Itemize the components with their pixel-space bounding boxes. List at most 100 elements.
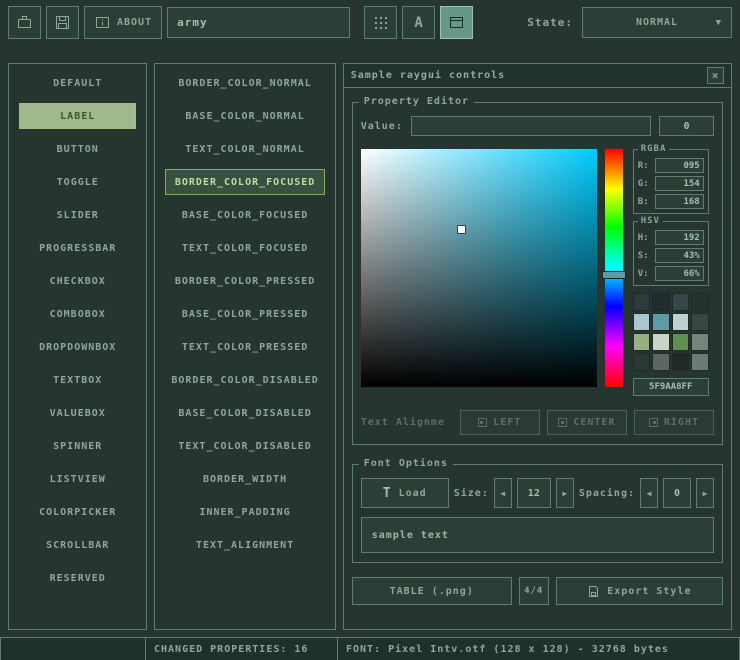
palette-swatch[interactable] bbox=[672, 353, 690, 371]
control-list-item[interactable]: RESERVED bbox=[19, 565, 136, 591]
align-right-label: RIGHT bbox=[664, 417, 699, 428]
table-view-button[interactable] bbox=[440, 6, 473, 39]
property-list-item[interactable]: TEXT_COLOR_FOCUSED bbox=[165, 235, 324, 261]
control-list-item[interactable]: TOGGLE bbox=[19, 169, 136, 195]
property-list-item[interactable]: BASE_COLOR_DISABLED bbox=[165, 400, 324, 426]
property-list-item[interactable]: BORDER_COLOR_PRESSED bbox=[165, 268, 324, 294]
export-format-button[interactable]: TABLE (.png) bbox=[352, 577, 512, 605]
saturation-value-box[interactable]: 43% bbox=[655, 248, 704, 263]
palette-swatch[interactable] bbox=[652, 333, 670, 351]
control-list-item[interactable]: SPINNER bbox=[19, 433, 136, 459]
control-list-item[interactable]: SCROLLBAR bbox=[19, 532, 136, 558]
align-center-button[interactable]: CENTER bbox=[547, 410, 627, 435]
align-right-button[interactable]: RIGHT bbox=[634, 410, 714, 435]
toolbar: ABOUT A State: NORMAL ▼ bbox=[0, 0, 740, 45]
color-gradient-panel[interactable] bbox=[361, 149, 597, 387]
control-list-item[interactable]: PROGRESSBAR bbox=[19, 235, 136, 261]
status-changed-properties: CHANGED PROPERTIES: 16 bbox=[145, 637, 338, 660]
font-row: T Load Size: ◀ 12 ▶ Spacing: ◀ 0 ▶ bbox=[361, 478, 714, 508]
rgba-groupbox: RGBA R: 095 G: 154 B: bbox=[633, 149, 709, 214]
control-list-item[interactable]: SLIDER bbox=[19, 202, 136, 228]
about-button-label: ABOUT bbox=[117, 17, 152, 28]
hue-slider-handle[interactable] bbox=[602, 271, 626, 279]
palette-swatch[interactable] bbox=[672, 333, 690, 351]
hex-color-box[interactable]: 5F9AA8FF bbox=[633, 378, 709, 396]
palette-swatch[interactable] bbox=[691, 313, 709, 331]
export-style-button[interactable]: Export Style bbox=[556, 577, 723, 605]
value-input[interactable] bbox=[411, 116, 651, 136]
close-button[interactable]: × bbox=[707, 67, 724, 84]
property-list-item[interactable]: TEXT_ALIGNMENT bbox=[165, 532, 324, 558]
about-button[interactable]: ABOUT bbox=[84, 6, 162, 39]
palette-swatch[interactable] bbox=[633, 313, 651, 331]
property-list-item[interactable]: TEXT_COLOR_PRESSED bbox=[165, 334, 324, 360]
spacing-increment-button[interactable]: ▶ bbox=[696, 478, 714, 508]
font-view-button[interactable]: A bbox=[402, 6, 435, 39]
state-dropdown[interactable]: NORMAL ▼ bbox=[582, 7, 732, 38]
property-list-item[interactable]: INNER_PADDING bbox=[165, 499, 324, 525]
property-list-item[interactable]: TEXT_COLOR_NORMAL bbox=[165, 136, 324, 162]
blue-value-box[interactable]: 168 bbox=[655, 194, 704, 209]
property-list-item[interactable]: BASE_COLOR_PRESSED bbox=[165, 301, 324, 327]
palette-swatch[interactable] bbox=[652, 353, 670, 371]
load-font-button[interactable]: T Load bbox=[361, 478, 449, 508]
palette-swatch[interactable] bbox=[633, 333, 651, 351]
red-value-box[interactable]: 095 bbox=[655, 158, 704, 173]
property-list-item[interactable]: BASE_COLOR_FOCUSED bbox=[165, 202, 324, 228]
palette-swatch[interactable] bbox=[672, 293, 690, 311]
palette-swatch[interactable] bbox=[652, 293, 670, 311]
style-name-input[interactable] bbox=[167, 7, 350, 38]
green-label: G: bbox=[638, 179, 652, 189]
align-center-label: CENTER bbox=[573, 417, 615, 428]
value-brightness-label: V: bbox=[638, 269, 652, 279]
control-list-item[interactable]: COLORPICKER bbox=[19, 499, 136, 525]
palette-swatch[interactable] bbox=[691, 333, 709, 351]
status-bar: CHANGED PROPERTIES: 16 FONT: Pixel Intv.… bbox=[0, 637, 740, 660]
property-list-item[interactable]: BORDER_WIDTH bbox=[165, 466, 324, 492]
control-list-item-selected[interactable]: LABEL bbox=[19, 103, 136, 129]
palette-swatch[interactable] bbox=[633, 293, 651, 311]
hue-bar[interactable] bbox=[605, 149, 623, 387]
spacing-decrement-button[interactable]: ◀ bbox=[640, 478, 658, 508]
size-decrement-button[interactable]: ◀ bbox=[494, 478, 512, 508]
grid-view-button[interactable] bbox=[364, 6, 397, 39]
save-style-button[interactable] bbox=[46, 6, 79, 39]
font-size-value: 12 bbox=[528, 488, 540, 499]
palette-swatch[interactable] bbox=[691, 353, 709, 371]
value-number-box[interactable]: 0 bbox=[659, 116, 714, 136]
value-number: 0 bbox=[683, 121, 689, 132]
property-list-item[interactable]: TEXT_COLOR_DISABLED bbox=[165, 433, 324, 459]
load-style-button[interactable] bbox=[8, 6, 41, 39]
color-picker-marker[interactable] bbox=[458, 226, 465, 233]
palette-swatch[interactable] bbox=[652, 313, 670, 331]
control-list-item[interactable]: TEXTBOX bbox=[19, 367, 136, 393]
green-value-box[interactable]: 154 bbox=[655, 176, 704, 191]
palette-swatch[interactable] bbox=[672, 313, 690, 331]
control-list-item[interactable]: VALUEBOX bbox=[19, 400, 136, 426]
size-increment-button[interactable]: ▶ bbox=[556, 478, 574, 508]
font-spacing-label: Spacing: bbox=[579, 488, 635, 499]
hsv-groupbox: HSV H: 192 S: 43% V: bbox=[633, 221, 709, 286]
control-list-item[interactable]: DEFAULT bbox=[19, 70, 136, 96]
hsv-row: V: 66% bbox=[638, 266, 704, 281]
align-left-button[interactable]: LEFT bbox=[460, 410, 540, 435]
font-sample-textbox[interactable]: sample text bbox=[361, 517, 714, 553]
control-list-item[interactable]: DROPDOWNBOX bbox=[19, 334, 136, 360]
property-list-item[interactable]: BORDER_COLOR_DISABLED bbox=[165, 367, 324, 393]
font-size-value-box[interactable]: 12 bbox=[517, 478, 551, 508]
font-spacing-value-box[interactable]: 0 bbox=[663, 478, 691, 508]
property-list-item[interactable]: BASE_COLOR_NORMAL bbox=[165, 103, 324, 129]
control-list-item[interactable]: COMBOBOX bbox=[19, 301, 136, 327]
state-dropdown-value: NORMAL bbox=[636, 17, 678, 28]
property-list-item[interactable]: BORDER_COLOR_NORMAL bbox=[165, 70, 324, 96]
hue-value-box[interactable]: 192 bbox=[655, 230, 704, 245]
window-titlebar[interactable]: Sample raygui controls × bbox=[344, 64, 731, 88]
control-list-item[interactable]: CHECKBOX bbox=[19, 268, 136, 294]
green-value: 154 bbox=[683, 179, 699, 189]
property-list-item-selected[interactable]: BORDER_COLOR_FOCUSED bbox=[165, 169, 324, 195]
control-list-item[interactable]: LISTVIEW bbox=[19, 466, 136, 492]
control-list-item[interactable]: BUTTON bbox=[19, 136, 136, 162]
palette-swatch[interactable] bbox=[691, 293, 709, 311]
value-brightness-box[interactable]: 66% bbox=[655, 266, 704, 281]
palette-swatch[interactable] bbox=[633, 353, 651, 371]
